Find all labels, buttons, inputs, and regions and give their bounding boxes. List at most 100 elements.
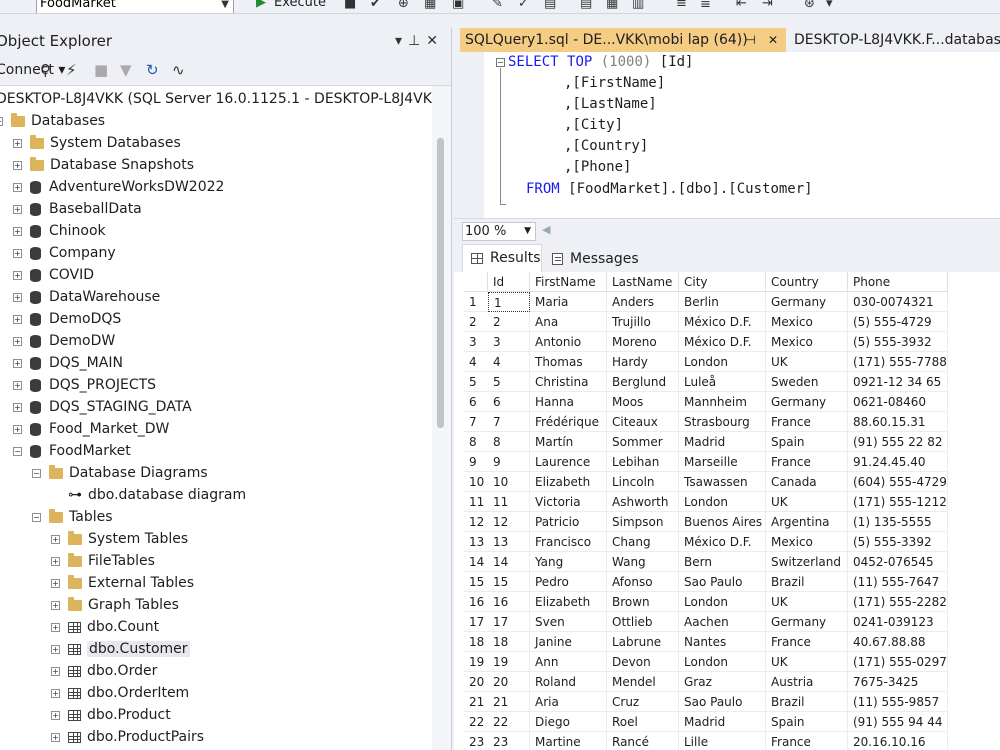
row-number[interactable]: 6 — [464, 392, 488, 412]
tree-server-node[interactable]: DESKTOP-L8J4VKK (SQL Server 16.0.1125.1 … — [0, 88, 432, 110]
cell-phone[interactable]: (11) 555-7647 — [848, 572, 948, 592]
row-number[interactable]: 3 — [464, 332, 488, 352]
expand-icon[interactable]: + — [13, 138, 22, 148]
expand-icon[interactable]: + — [13, 292, 22, 302]
cell-lastname[interactable]: Citeaux — [607, 412, 679, 432]
cell-lastname[interactable]: Lincoln — [607, 472, 679, 492]
collapse-icon[interactable]: − — [0, 116, 3, 126]
cell-firstname[interactable]: Aria — [530, 692, 607, 712]
expand-icon[interactable]: + — [51, 534, 60, 544]
table-row[interactable]: 3 3 Antonio Moreno México D.F. Mexico (5) 555-… — [464, 332, 1000, 352]
expand-icon[interactable]: + — [51, 688, 60, 698]
tree-node-system-databases[interactable]: + System Databases — [13, 132, 181, 154]
tree-node-dbo-orderitem[interactable]: + dbo.OrderItem — [51, 682, 189, 704]
table-row[interactable]: 1 1 Maria Anders Berlin Germany 030-0074321 — [464, 292, 1000, 312]
cell-city[interactable]: Nantes — [679, 632, 766, 652]
cell-city[interactable]: Strasbourg — [679, 412, 766, 432]
cell-city[interactable]: México D.F. — [679, 312, 766, 332]
cell-lastname[interactable]: Moreno — [607, 332, 679, 352]
cell-city[interactable]: Buenos Aires — [679, 512, 766, 532]
disconnect-icon[interactable]: ⚡ — [66, 54, 77, 86]
cell-firstname[interactable]: Thomas — [530, 352, 607, 372]
cell-city[interactable]: Lille — [679, 732, 766, 750]
table-row[interactable]: 16 16 Elizabeth Brown London UK (171) 555-2282 — [464, 592, 1000, 612]
window-position-icon[interactable]: ▾ — [395, 33, 408, 49]
cell-country[interactable]: Germany — [766, 392, 848, 412]
cell-firstname[interactable]: Hanna — [530, 392, 607, 412]
cell-id[interactable]: 15 — [488, 572, 530, 592]
tree-node-demodw[interactable]: + DemoDW — [13, 330, 115, 352]
cell-phone[interactable]: 91.24.45.40 — [848, 452, 948, 472]
table-row[interactable]: 11 11 Victoria Ashworth London UK (171) 555-12… — [464, 492, 1000, 512]
row-number[interactable]: 9 — [464, 452, 488, 472]
cell-id[interactable]: 18 — [488, 632, 530, 652]
table-row[interactable]: 19 19 Ann Devon London UK (171) 555-0297 — [464, 652, 1000, 672]
intellisense-icon[interactable]: ✎ — [492, 0, 503, 12]
cell-lastname[interactable]: Anders — [607, 292, 679, 312]
cell-firstname[interactable]: Maria — [530, 292, 607, 312]
tree-node-dqs-main[interactable]: + DQS_MAIN — [13, 352, 123, 374]
tree-node-filetables[interactable]: + FileTables — [51, 550, 155, 572]
specify-values-icon[interactable]: ⊛ — [804, 0, 815, 12]
row-number[interactable]: 16 — [464, 592, 488, 612]
tree-node-dbo-count[interactable]: + dbo.Count — [51, 616, 159, 638]
cell-country[interactable]: Austria — [766, 672, 848, 692]
cell-firstname[interactable]: Elizabeth — [530, 592, 607, 612]
cell-id[interactable]: 1 — [488, 292, 530, 312]
cell-city[interactable]: London — [679, 492, 766, 512]
table-row[interactable]: 18 18 Janine Labrune Nantes France 40.67.88.88 — [464, 632, 1000, 652]
cell-country[interactable]: Brazil — [766, 692, 848, 712]
row-number[interactable]: 7 — [464, 412, 488, 432]
cell-id[interactable]: 2 — [488, 312, 530, 332]
cell-id[interactable]: 19 — [488, 652, 530, 672]
decrease-indent-icon[interactable]: ⇤ — [736, 0, 747, 12]
cell-phone[interactable]: 0621-08460 — [848, 392, 948, 412]
cell-country[interactable]: Germany — [766, 292, 848, 312]
cell-city[interactable]: Sao Paulo — [679, 572, 766, 592]
tree-node-foodmarket[interactable]: − FoodMarket — [13, 440, 131, 462]
table-row[interactable]: 10 10 Elizabeth Lincoln Tsawassen Canada (604)… — [464, 472, 1000, 492]
cell-id[interactable]: 16 — [488, 592, 530, 612]
expand-icon[interactable]: + — [13, 248, 22, 258]
comment-icon[interactable]: ≡ — [676, 0, 687, 12]
cell-id[interactable]: 12 — [488, 512, 530, 532]
expand-icon[interactable]: + — [13, 380, 22, 390]
cell-firstname[interactable]: Yang — [530, 552, 607, 572]
debug-icon[interactable]: ⊕ — [398, 0, 409, 12]
tree-node-dbo-productpairs[interactable]: + dbo.ProductPairs — [51, 726, 204, 748]
cell-city[interactable]: México D.F. — [679, 332, 766, 352]
row-number[interactable]: 21 — [464, 692, 488, 712]
cell-country[interactable]: Mexico — [766, 312, 848, 332]
tree-node-dqs-staging-data[interactable]: + DQS_STAGING_DATA — [13, 396, 192, 418]
cell-lastname[interactable]: Rancé — [607, 732, 679, 750]
tree-node-system-tables[interactable]: + System Tables — [51, 528, 188, 550]
row-number[interactable]: 11 — [464, 492, 488, 512]
expand-icon[interactable]: + — [51, 556, 60, 566]
cell-firstname[interactable]: Christina — [530, 372, 607, 392]
tree-node-databases[interactable]: − Databases — [0, 110, 105, 132]
row-number[interactable]: 22 — [464, 712, 488, 732]
row-number[interactable]: 17 — [464, 612, 488, 632]
table-row[interactable]: 8 8 Martín Sommer Madrid Spain (91) 555 22 82 — [464, 432, 1000, 452]
tree-node-dbo-product[interactable]: + dbo.Product — [51, 704, 171, 726]
cell-country[interactable]: Brazil — [766, 572, 848, 592]
cell-city[interactable]: Marseille — [679, 452, 766, 472]
table-row[interactable]: 13 13 Francisco Chang México D.F. Mexico (5) 5… — [464, 532, 1000, 552]
column-header-city[interactable]: City — [679, 272, 766, 292]
expand-icon[interactable]: + — [13, 204, 22, 214]
cell-lastname[interactable]: Roel — [607, 712, 679, 732]
tree-node-baseballdata[interactable]: + BaseballData — [13, 198, 142, 220]
row-number[interactable]: 10 — [464, 472, 488, 492]
cell-country[interactable]: Sweden — [766, 372, 848, 392]
cell-id[interactable]: 3 — [488, 332, 530, 352]
row-number[interactable]: 1 — [464, 292, 488, 312]
row-number[interactable]: 12 — [464, 512, 488, 532]
expand-icon[interactable]: + — [51, 710, 60, 720]
cell-lastname[interactable]: Wang — [607, 552, 679, 572]
cell-country[interactable]: France — [766, 412, 848, 432]
expand-icon[interactable]: + — [51, 622, 60, 632]
tab-messages[interactable]: Messages — [546, 246, 640, 272]
cell-lastname[interactable]: Sommer — [607, 432, 679, 452]
cell-firstname[interactable]: Victoria — [530, 492, 607, 512]
cell-id[interactable]: 5 — [488, 372, 530, 392]
